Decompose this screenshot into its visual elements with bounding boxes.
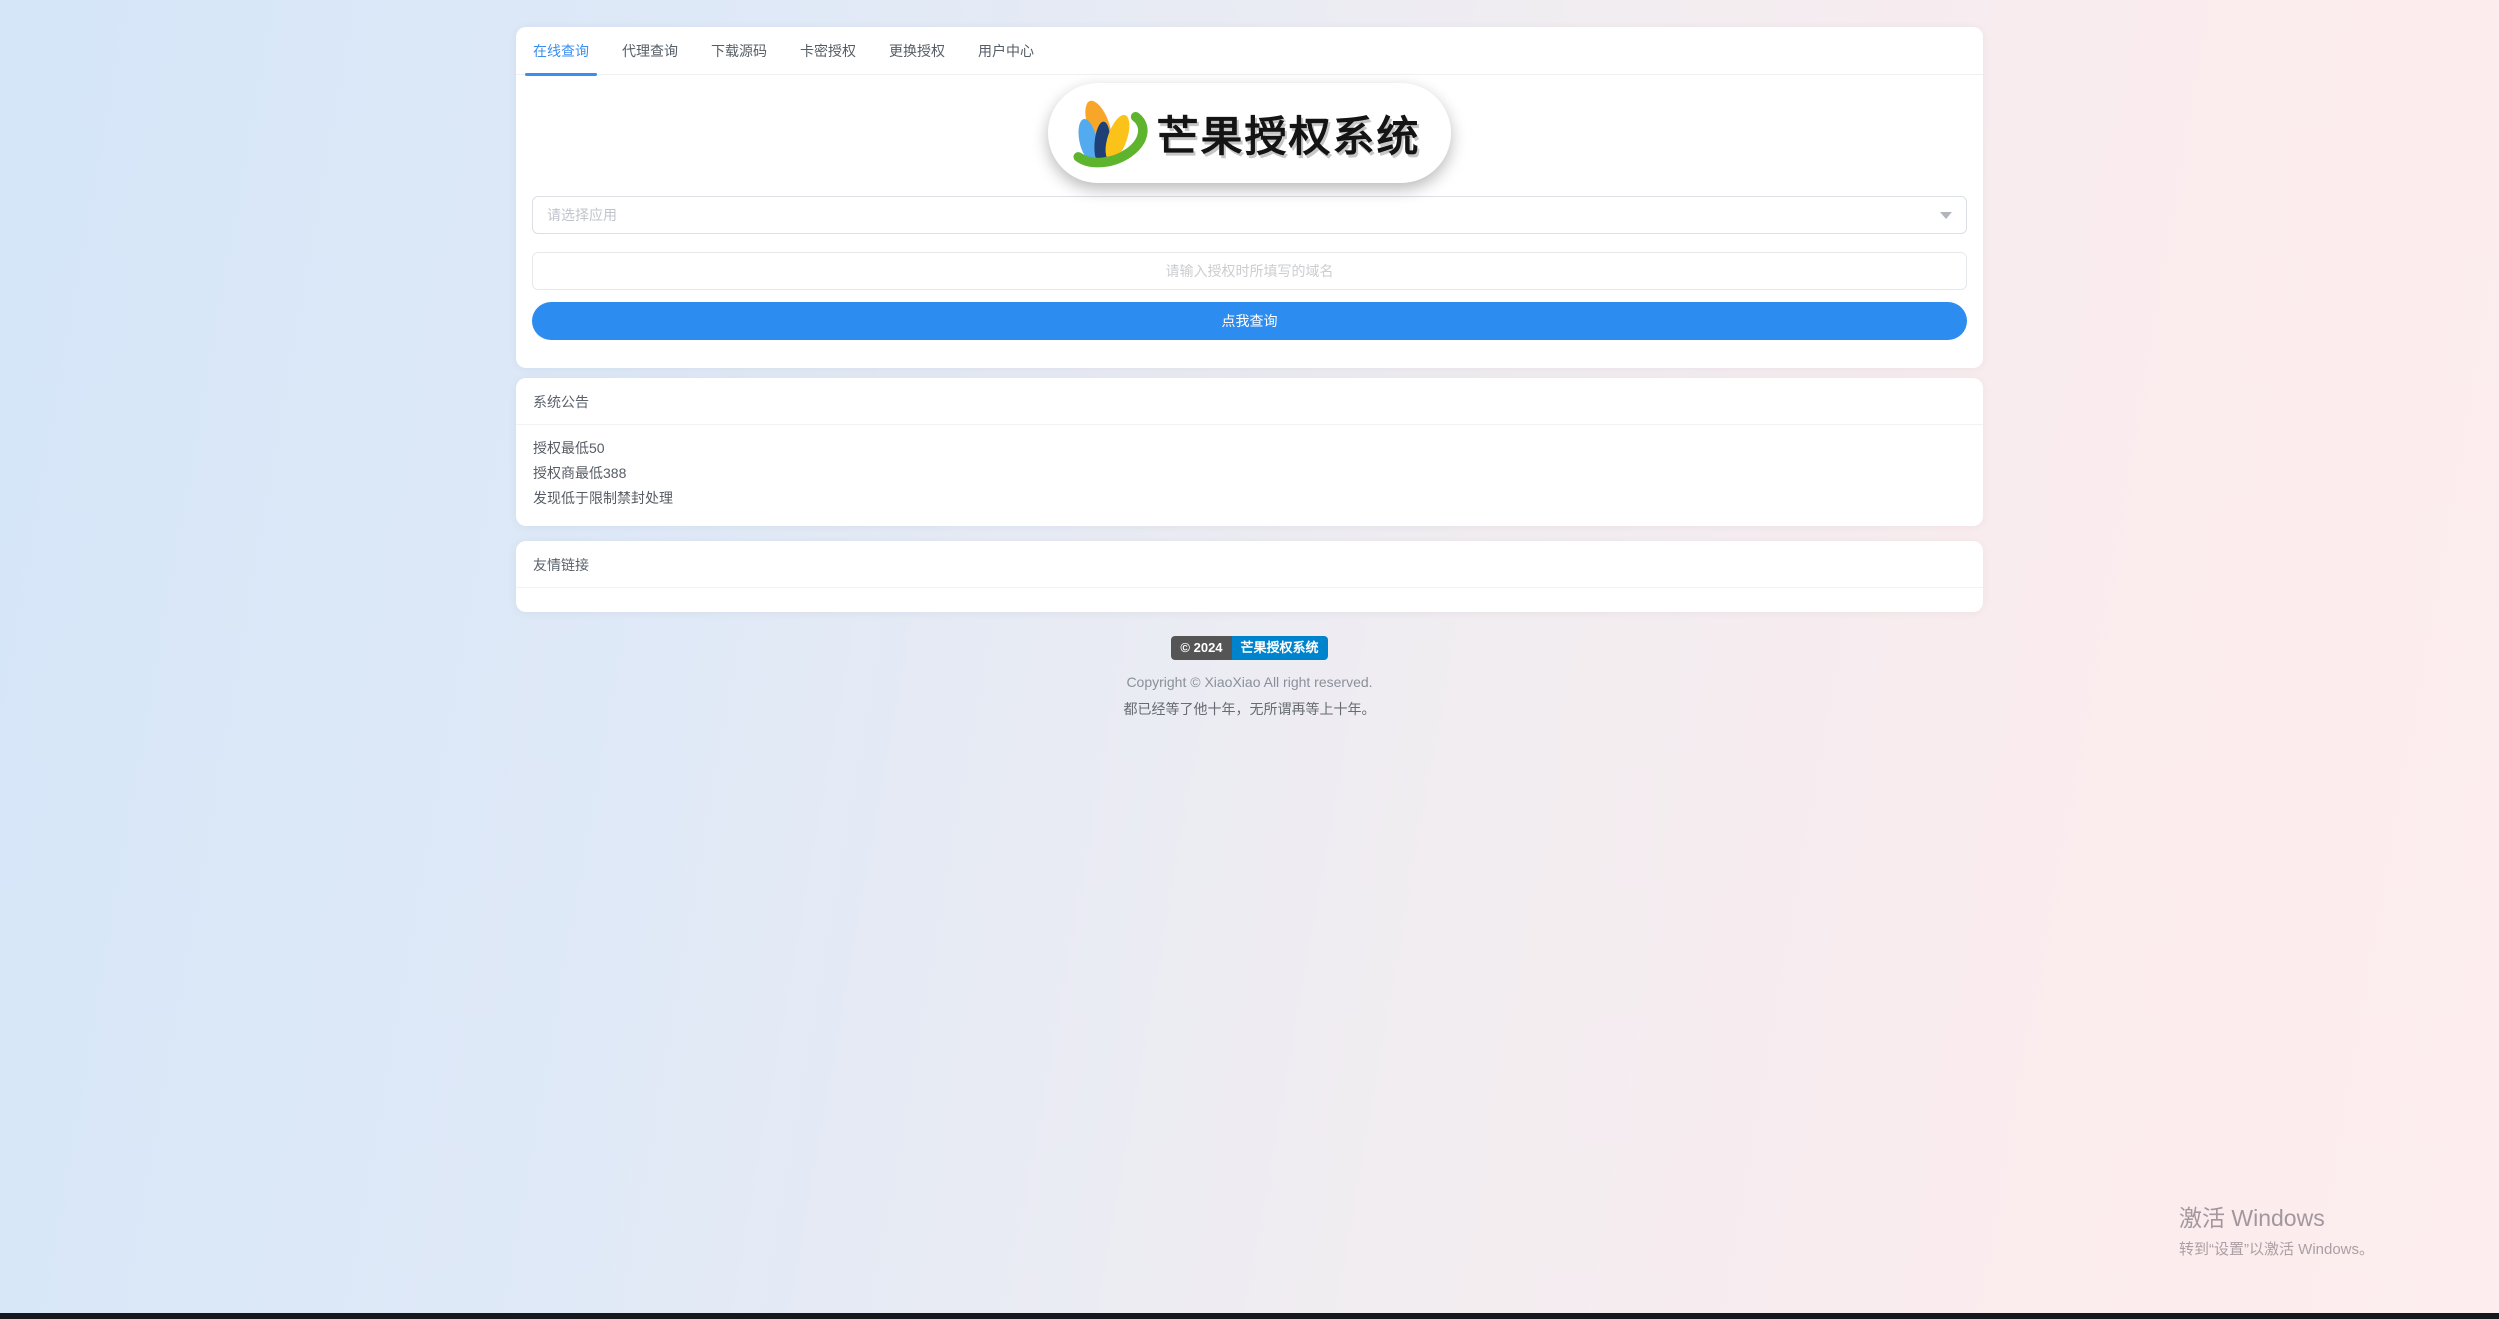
friendly-links-body [516, 588, 1983, 612]
logo-row: 芒果授权系统 [516, 83, 1983, 183]
friendly-links-card: 友情链接 [516, 541, 1983, 612]
app-select-placeholder: 请选择应用 [547, 207, 617, 223]
announcement-line: 授权最低50 [533, 440, 605, 456]
content-container: 在线查询 代理查询 下载源码 卡密授权 更换授权 用户中心 芒果授权系统 请选择… [516, 27, 1983, 719]
watermark-title: 激活 Windows [2179, 1205, 2325, 1231]
query-card: 在线查询 代理查询 下载源码 卡密授权 更换授权 用户中心 芒果授权系统 请选择… [516, 27, 1983, 368]
announcement-line: 发现低于限制禁封处理 [533, 490, 673, 506]
badge-site-name: 芒果授权系统 [1231, 636, 1328, 660]
tab-online-query[interactable]: 在线查询 [525, 27, 597, 76]
friendly-links-title: 友情链接 [516, 541, 1983, 588]
tab-download-source[interactable]: 下载源码 [711, 27, 767, 75]
tab-label: 卡密授权 [800, 42, 856, 59]
announcement-body: 授权最低50 授权商最低388 发现低于限制禁封处理 [516, 425, 1983, 526]
windows-activation-watermark: 激活 Windows 转到“设置”以激活 Windows。 [2179, 1199, 2374, 1259]
announcement-card: 系统公告 授权最低50 授权商最低388 发现低于限制禁封处理 [516, 378, 1983, 526]
site-logo: 芒果授权系统 [1048, 83, 1451, 183]
copyright-text: Copyright © XiaoXiao All right reserved. [1126, 674, 1373, 690]
tab-label: 代理查询 [622, 42, 678, 59]
badge-year: © 2024 [1171, 636, 1232, 660]
screen-bottom-edge [0, 1313, 2499, 1319]
watermark-subtitle: 转到“设置”以激活 Windows。 [2179, 1241, 2375, 1258]
page-background: 在线查询 代理查询 下载源码 卡密授权 更换授权 用户中心 芒果授权系统 请选择… [0, 0, 2499, 1319]
mango-logo-icon [1073, 100, 1149, 168]
announcement-line: 授权商最低388 [533, 465, 627, 481]
domain-input[interactable] [532, 252, 1967, 290]
chevron-down-icon [1940, 211, 1952, 219]
tab-label: 下载源码 [711, 42, 767, 59]
nav-tabs: 在线查询 代理查询 下载源码 卡密授权 更换授权 用户中心 [516, 27, 1983, 76]
tab-card-auth[interactable]: 卡密授权 [800, 27, 856, 75]
logo-title: 芒果授权系统 [1156, 111, 1421, 161]
tab-user-center[interactable]: 用户中心 [978, 27, 1034, 75]
announcement-title: 系统公告 [516, 378, 1983, 425]
query-button[interactable]: 点我查询 [532, 302, 1967, 340]
active-tab-underline [525, 72, 597, 76]
tab-change-auth[interactable]: 更换授权 [889, 27, 945, 75]
footer-badge: © 2024 芒果授权系统 [1171, 636, 1328, 660]
site-footer: © 2024 芒果授权系统 Copyright © XiaoXiao All r… [516, 636, 1983, 719]
tab-agent-query[interactable]: 代理查询 [622, 27, 678, 75]
app-select[interactable]: 请选择应用 [532, 196, 1967, 234]
footer-tagline: 都已经等了他十年，无所谓再等上十年。 [1123, 701, 1376, 717]
tab-label: 更换授权 [889, 42, 945, 59]
tab-label: 在线查询 [533, 42, 589, 59]
tab-label: 用户中心 [978, 42, 1034, 59]
